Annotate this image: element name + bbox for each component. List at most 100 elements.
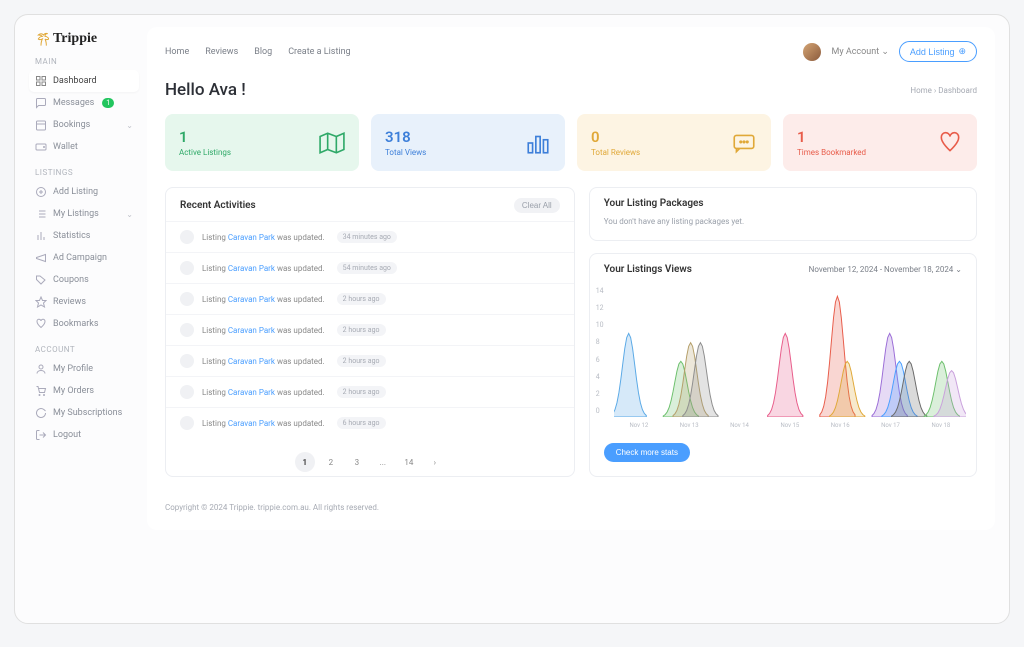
date-range-picker[interactable]: November 12, 2024 - November 18, 2024 ⌄ <box>809 265 962 274</box>
sidebar-item-bookmarks[interactable]: Bookmarks <box>29 313 139 335</box>
recent-activities-panel: Recent Activities Clear All Listing Cara… <box>165 187 575 477</box>
heart-icon <box>35 318 47 330</box>
stat-label: Total Reviews <box>591 148 640 157</box>
stat-value: 1 <box>797 128 866 146</box>
star-icon <box>35 296 47 308</box>
sidebar-item-dashboard[interactable]: Dashboard <box>29 70 139 92</box>
activity-link[interactable]: Caravan Park <box>228 264 275 273</box>
add-listing-button[interactable]: Add Listing⊕ <box>899 41 977 62</box>
activity-row: Listing Caravan Park was updated.2 hours… <box>166 376 574 407</box>
list-icon <box>35 208 47 220</box>
activity-dot-icon <box>180 261 194 275</box>
activity-row: Listing Caravan Park was updated.2 hours… <box>166 345 574 376</box>
section-listings-label: LISTINGS <box>35 168 139 177</box>
nav-blog[interactable]: Blog <box>254 47 272 57</box>
stat-label: Total Views <box>385 148 426 157</box>
sidebar-item-my-profile[interactable]: My Profile <box>29 358 139 380</box>
sidebar-item-label: Messages <box>53 98 94 108</box>
activity-time: 2 hours ago <box>337 324 386 336</box>
tag-icon <box>35 274 47 286</box>
sidebar-item-label: Statistics <box>53 231 90 241</box>
page-2[interactable]: 2 <box>321 452 341 472</box>
chevron-down-icon: ⌄ <box>126 121 133 130</box>
stat-value: 0 <box>591 128 640 146</box>
topbar: Home Reviews Blog Create a Listing My Ac… <box>165 27 977 74</box>
activity-link[interactable]: Caravan Park <box>228 357 275 366</box>
activity-dot-icon <box>180 230 194 244</box>
sidebar-item-label: Coupons <box>53 275 89 285</box>
stat-label: Times Bookmarked <box>797 148 866 157</box>
sidebar-item-wallet[interactable]: Wallet <box>29 136 139 158</box>
sidebar-item-label: Logout <box>53 430 81 440</box>
sidebar-item-ad-campaign[interactable]: Ad Campaign <box>29 247 139 269</box>
chevron-down-icon: ⌄ <box>126 210 133 219</box>
page-title: Hello Ava ! <box>165 80 246 100</box>
page-next[interactable]: › <box>425 452 445 472</box>
activity-link[interactable]: Caravan Park <box>228 233 275 242</box>
sidebar-item-bookings[interactable]: Bookings ⌄ <box>29 114 139 136</box>
sidebar-item-label: Add Listing <box>53 187 98 197</box>
activity-time: 2 hours ago <box>337 293 386 305</box>
nav-create-listing[interactable]: Create a Listing <box>288 47 350 57</box>
stat-active-listings: 1Active Listings <box>165 114 359 171</box>
nav-home[interactable]: Home <box>165 47 189 57</box>
sidebar-item-label: My Orders <box>53 386 94 396</box>
sidebar-item-statistics[interactable]: Statistics <box>29 225 139 247</box>
avatar[interactable] <box>803 43 821 61</box>
listing-packages-panel: Your Listing Packages You don't have any… <box>589 187 977 241</box>
activity-link[interactable]: Caravan Park <box>228 419 275 428</box>
panel-title: Recent Activities <box>180 200 256 211</box>
sidebar-item-reviews[interactable]: Reviews <box>29 291 139 313</box>
chart-svg <box>614 287 966 417</box>
palm-icon <box>33 31 49 47</box>
activity-time: 34 minutes ago <box>337 231 397 243</box>
sidebar-item-logout[interactable]: Logout <box>29 424 139 446</box>
section-main-label: MAIN <box>35 57 139 66</box>
crumb-home[interactable]: Home <box>910 86 932 95</box>
activity-dot-icon <box>180 292 194 306</box>
page-1[interactable]: 1 <box>295 452 315 472</box>
listings-views-panel: Your Listings Views November 12, 2024 - … <box>589 253 977 477</box>
sidebar-item-add-listing[interactable]: Add Listing <box>29 181 139 203</box>
panel-title: Your Listing Packages <box>604 198 704 209</box>
activity-row: Listing Caravan Park was updated.2 hours… <box>166 283 574 314</box>
sidebar-item-label: My Subscriptions <box>53 408 122 418</box>
map-icon <box>319 130 345 156</box>
sidebar-item-my-orders[interactable]: My Orders <box>29 380 139 402</box>
clear-all-button[interactable]: Clear All <box>514 198 560 213</box>
activity-row: Listing Caravan Park was updated.34 minu… <box>166 221 574 252</box>
sidebar-item-my-listings[interactable]: My Listings ⌄ <box>29 203 139 225</box>
cart-icon <box>35 385 47 397</box>
stat-bookmarked: 1 Times Bookmarked <box>783 114 977 171</box>
stat-total-reviews: 0 Total Reviews <box>577 114 771 171</box>
chevron-down-icon: ⌄ <box>955 265 962 274</box>
wallet-icon <box>35 141 47 153</box>
activity-link[interactable]: Caravan Park <box>228 388 275 397</box>
activity-time: 2 hours ago <box>337 386 386 398</box>
logo[interactable]: Trippie <box>33 31 139 47</box>
refresh-icon <box>35 407 47 419</box>
sidebar-item-coupons[interactable]: Coupons <box>29 269 139 291</box>
account-dropdown[interactable]: My Account ⌄ <box>831 47 888 57</box>
heart-icon <box>937 130 963 156</box>
stat-label: Active Listings <box>179 148 231 157</box>
stat-cards: 1Active Listings 318Total Views 0Total R… <box>165 114 977 171</box>
page-3[interactable]: 3 <box>347 452 367 472</box>
plus-icon: ⊕ <box>958 46 966 57</box>
sidebar-item-messages[interactable]: Messages 1 <box>29 92 139 114</box>
sidebar-item-my-subscriptions[interactable]: My Subscriptions <box>29 402 139 424</box>
main-content: Home Reviews Blog Create a Listing My Ac… <box>147 27 995 530</box>
y-axis: 14121086420 <box>596 287 604 415</box>
page-last[interactable]: 14 <box>399 452 419 472</box>
check-more-stats-button[interactable]: Check more stats <box>604 443 690 462</box>
activity-link[interactable]: Caravan Park <box>228 326 275 335</box>
sidebar-item-label: Wallet <box>53 142 78 152</box>
nav-reviews[interactable]: Reviews <box>205 47 238 57</box>
sidebar-item-label: My Listings <box>53 209 99 219</box>
activity-row: Listing Caravan Park was updated.2 hours… <box>166 314 574 345</box>
activity-dot-icon <box>180 416 194 430</box>
activity-link[interactable]: Caravan Park <box>228 295 275 304</box>
megaphone-icon <box>35 252 47 264</box>
chevron-down-icon: ⌄ <box>881 47 889 57</box>
crumb-current: Dashboard <box>938 86 977 95</box>
